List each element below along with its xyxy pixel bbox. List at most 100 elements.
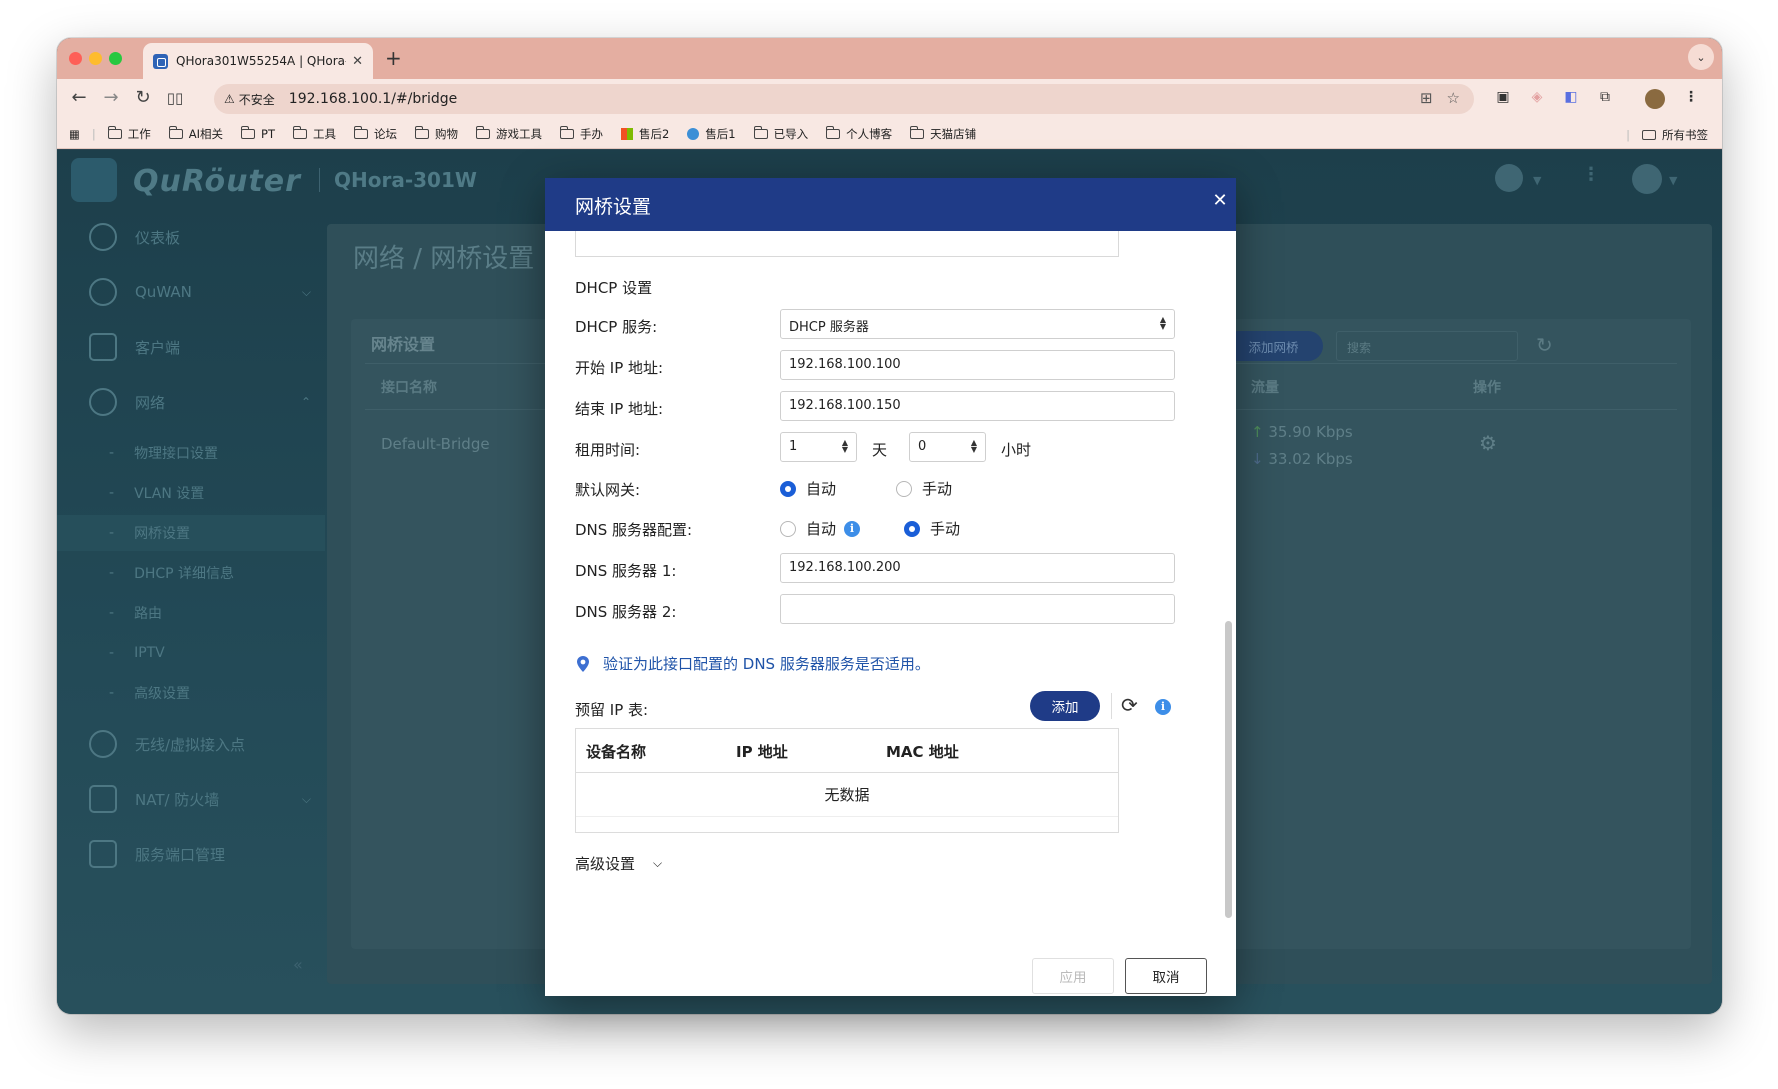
sidebar-sub-vlan[interactable]: - VLAN 设置	[57, 475, 325, 511]
search-input[interactable]: 搜索	[1336, 331, 1518, 361]
extension-2-icon[interactable]: ◈	[1527, 89, 1547, 109]
col-header-traffic: 流量	[1251, 380, 1279, 396]
back-icon[interactable]: ←	[67, 87, 91, 108]
dhcp-service-select[interactable]: DHCP 服务器 ▲ ▼	[780, 309, 1175, 339]
reload-icon[interactable]: ↻	[131, 87, 155, 108]
sidebar-item-network[interactable]: 网络 ⌃	[57, 380, 325, 424]
browser-tab[interactable]: QHora301W55254A | QHora- ✕	[143, 43, 373, 79]
bookmark-star-icon[interactable]: ☆	[1447, 89, 1460, 107]
clients-icon	[89, 333, 117, 361]
dns1-input[interactable]: 192.168.100.200	[780, 553, 1175, 583]
radio-label: 手动	[922, 480, 953, 498]
sidebar-sub-bridge[interactable]: - 网桥设置	[57, 515, 325, 551]
tab-search-button[interactable]: ⌄	[1688, 44, 1714, 70]
tab-close-icon[interactable]: ✕	[352, 54, 363, 69]
zoom-window-button[interactable]	[109, 52, 122, 65]
folder-icon	[826, 125, 841, 139]
brand-menu-chevron-icon[interactable]: ▼	[1669, 174, 1677, 187]
all-bookmarks-label: 所有书签	[1662, 128, 1708, 142]
new-tab-button[interactable]: +	[385, 46, 402, 70]
bookmark-item[interactable]: AI相关	[168, 125, 223, 142]
cancel-button[interactable]: 取消	[1125, 958, 1207, 994]
traffic-up-value: 35.90 Kbps	[1268, 423, 1353, 441]
add-reserved-ip-button[interactable]: 添加	[1030, 691, 1100, 721]
sidebar-item-quwan[interactable]: QuWAN ⌵	[57, 270, 325, 314]
extension-3-icon[interactable]: ◧	[1561, 89, 1581, 109]
user-avatar-icon[interactable]	[1495, 164, 1523, 192]
dialog-close-icon[interactable]: ✕	[1210, 190, 1230, 211]
gateway-manual-radio[interactable]: 手动	[896, 478, 952, 499]
advanced-settings-toggle[interactable]: 高级设置 ⌵	[575, 853, 662, 874]
user-menu-chevron-icon[interactable]: ▼	[1533, 174, 1541, 187]
dns1-label: DNS 服务器 1:	[575, 562, 677, 580]
table-header: 设备名称 IP 地址 MAC 地址	[576, 729, 1118, 773]
info-icon[interactable]: i	[844, 520, 861, 537]
side-panel-icon[interactable]: ▯▯	[163, 89, 187, 107]
sidebar-sub-iptv[interactable]: - IPTV	[57, 635, 325, 671]
bookmark-item[interactable]: 购物	[414, 125, 458, 142]
dns2-input[interactable]	[780, 594, 1175, 624]
bookmark-item[interactable]: 游戏工具	[475, 125, 542, 142]
subitem-label: IPTV	[134, 645, 165, 661]
sidebar-sub-advanced[interactable]: - 高级设置	[57, 675, 325, 711]
sidebar-sub-physical[interactable]: - 物理接口设置	[57, 435, 325, 471]
sidebar-item-dashboard[interactable]: 仪表板	[57, 215, 325, 259]
empty-table-message: 无数据	[576, 773, 1118, 817]
info-icon[interactable]: i	[1155, 699, 1171, 715]
sidebar-sub-dhcp[interactable]: - DHCP 详细信息	[57, 555, 325, 591]
lease-days-select[interactable]: 1 ▲ ▼	[780, 432, 857, 462]
apps-grid-icon[interactable]: ▦	[69, 127, 80, 141]
minimize-window-button[interactable]	[89, 52, 102, 65]
browser-menu-icon[interactable]: ⋮	[1681, 89, 1701, 109]
sidebar-item-nat[interactable]: NAT/ 防火墙 ⌵	[57, 777, 325, 821]
extension-1-icon[interactable]: ▣	[1493, 89, 1513, 109]
sidebar-item-clients[interactable]: 客户端	[57, 325, 325, 369]
sidebar-item-ports[interactable]: 服务端口管理	[57, 832, 325, 876]
profile-avatar[interactable]	[1645, 89, 1665, 109]
end-ip-input[interactable]: 192.168.100.150	[780, 391, 1175, 421]
gear-icon[interactable]: ⚙	[1479, 431, 1497, 455]
bookmark-item[interactable]: 个人博客	[826, 125, 892, 142]
refresh-icon[interactable]: ↻	[1536, 333, 1553, 357]
bookmark-item[interactable]: 售后2	[620, 126, 669, 142]
bookmark-item[interactable]: PT	[241, 125, 275, 141]
scrollbar-thumb[interactable]	[1225, 621, 1232, 918]
dns-auto-radio[interactable]: 自动 i	[780, 518, 861, 539]
apply-button[interactable]: 应用	[1032, 958, 1114, 994]
reserved-info-wrap: i	[1155, 698, 1171, 715]
translate-icon[interactable]: ⊞	[1420, 89, 1433, 107]
bookmark-item[interactable]: 工作	[107, 125, 151, 142]
sidebar-sub-routing[interactable]: - 路由	[57, 595, 325, 631]
add-bridge-button[interactable]: 添加网桥	[1224, 331, 1323, 361]
bookmark-item[interactable]: 论坛	[353, 125, 397, 142]
divider	[1111, 693, 1112, 719]
refresh-icon[interactable]: ⟳	[1121, 693, 1138, 717]
bookmark-item[interactable]: 售后1	[687, 126, 736, 142]
bookmark-item[interactable]: 工具	[292, 125, 336, 142]
lease-hours-select[interactable]: 0 ▲ ▼	[909, 432, 986, 462]
security-indicator[interactable]: ⚠ 不安全	[224, 91, 275, 108]
dhcp-service-label: DHCP 服务:	[575, 318, 658, 336]
bookmark-item[interactable]: 手办	[559, 125, 603, 142]
all-bookmarks[interactable]: | 所有书签	[1626, 127, 1708, 143]
brand-menu-icon[interactable]	[1632, 164, 1662, 194]
previous-field-box	[575, 231, 1119, 257]
more-menu-icon[interactable]: ⋮	[1582, 164, 1600, 185]
gateway-auto-radio[interactable]: 自动	[780, 478, 836, 499]
verify-dns-link[interactable]: 验证为此接口配置的 DNS 服务器服务是否适用。	[575, 653, 930, 674]
bookmark-item[interactable]: 天猫店铺	[910, 125, 976, 142]
dashboard-icon	[89, 223, 117, 251]
close-window-button[interactable]	[69, 52, 82, 65]
dns-manual-radio[interactable]: 手动	[904, 518, 960, 539]
radio-label: 自动	[806, 480, 837, 498]
bookmark-item[interactable]: 已导入	[753, 125, 808, 142]
sidebar-item-wireless[interactable]: 无线/虚拟接入点	[57, 722, 325, 766]
qnap-favicon-icon	[153, 53, 168, 69]
start-ip-input[interactable]: 192.168.100.100	[780, 350, 1175, 380]
extensions-puzzle-icon[interactable]: ⧉	[1595, 89, 1615, 109]
collapse-sidebar-icon[interactable]: «	[293, 955, 303, 974]
address-bar[interactable]: ⚠ 不安全 192.168.100.1/#/bridge ⊞ ☆	[214, 84, 1474, 114]
url-text[interactable]: 192.168.100.1/#/bridge	[289, 91, 458, 107]
traffic-down-value: 33.02 Kbps	[1268, 450, 1353, 468]
forward-icon[interactable]: →	[99, 87, 123, 108]
